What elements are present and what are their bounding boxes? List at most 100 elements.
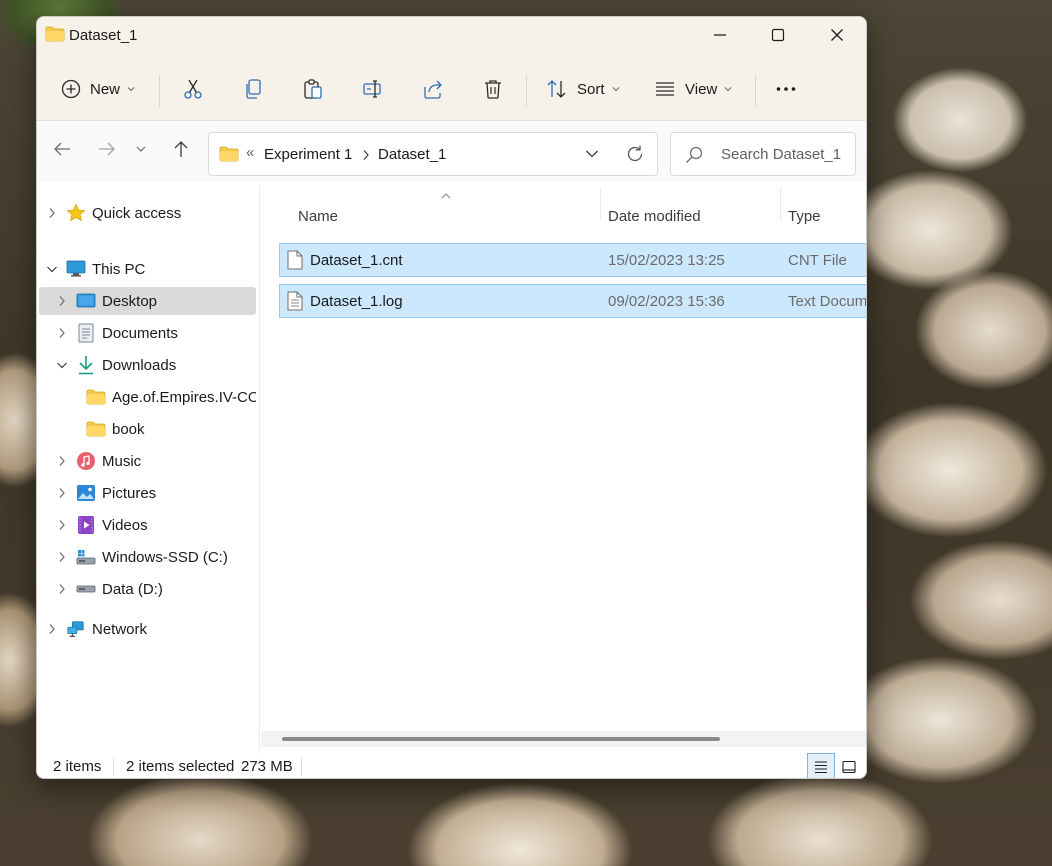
chevron-right-icon[interactable]: [55, 550, 69, 564]
status-divider: [301, 758, 302, 776]
sort-button[interactable]: Sort: [546, 71, 620, 107]
maximize-button[interactable]: [749, 17, 807, 53]
chevron-right-icon[interactable]: [55, 326, 69, 340]
details-view-button[interactable]: [807, 753, 835, 778]
recent-locations-button[interactable]: [131, 134, 151, 164]
view-label: View: [685, 80, 718, 98]
minimize-icon: [714, 34, 726, 36]
chevron-right-icon[interactable]: [55, 454, 69, 468]
up-button[interactable]: [166, 134, 196, 164]
refresh-icon: [627, 145, 643, 162]
sidebar-item-label: This PC: [92, 260, 146, 278]
sidebar-item-label: Quick access: [92, 204, 182, 222]
network-icon: [66, 619, 86, 639]
chevron-down-icon[interactable]: [45, 262, 59, 276]
sidebar-item-network[interactable]: Network: [39, 615, 256, 643]
column-divider[interactable]: [600, 187, 601, 221]
sidebar-item-videos[interactable]: Videos: [39, 511, 256, 539]
new-icon: [61, 79, 81, 99]
forward-arrow-icon: [99, 142, 115, 156]
copy-button[interactable]: [242, 71, 264, 107]
cut-button[interactable]: [182, 71, 204, 107]
sidebar-item-quick-access[interactable]: Quick access: [39, 199, 256, 227]
more-options-button[interactable]: [775, 71, 797, 107]
breadcrumb-dataset-1[interactable]: Dataset_1: [378, 146, 446, 163]
horizontal-scrollbar[interactable]: [261, 731, 866, 747]
sidebar-item-desktop[interactable]: Desktop: [39, 287, 256, 315]
navigation-pane: Quick access This PC Desktop Documents D…: [37, 185, 259, 753]
copy-icon: [246, 79, 261, 99]
file-date-modified: 15/02/2023 13:25: [608, 252, 725, 269]
view-button[interactable]: View: [654, 71, 732, 107]
folder-icon: [45, 26, 65, 42]
forward-button[interactable]: [92, 134, 122, 164]
paste-button[interactable]: [302, 71, 324, 107]
column-header-name[interactable]: Name: [298, 201, 338, 231]
back-button[interactable]: [47, 134, 77, 164]
column-header-type[interactable]: Type: [788, 201, 821, 231]
column-header-date-modified[interactable]: Date modified: [608, 201, 701, 231]
search-placeholder: Search Dataset_1: [721, 146, 842, 163]
sidebar-item-music[interactable]: Music: [39, 447, 256, 475]
chevron-down-icon: [127, 87, 135, 92]
close-button[interactable]: [808, 17, 866, 53]
file-name: Dataset_1.log: [310, 293, 403, 310]
sidebar-item-label: Pictures: [102, 484, 157, 502]
sidebar-item-documents[interactable]: Documents: [39, 319, 256, 347]
file-name: Dataset_1.cnt: [310, 252, 403, 269]
status-bar: 2 items 2 items selected 273 MB: [37, 753, 866, 778]
chevron-right-icon[interactable]: [55, 294, 69, 308]
chevron-down-icon[interactable]: [55, 358, 69, 372]
monitor-icon: [66, 259, 86, 279]
sidebar-item-book[interactable]: book: [39, 415, 256, 443]
chevron-right-icon[interactable]: [45, 206, 59, 220]
delete-button[interactable]: [482, 71, 504, 107]
folder-icon: [86, 419, 106, 439]
address-history-button[interactable]: [585, 147, 599, 165]
overflow-chevron[interactable]: «: [246, 144, 254, 161]
minimize-button[interactable]: [691, 17, 749, 53]
chevron-down-icon: [612, 87, 619, 92]
toolbar-divider: [159, 75, 160, 107]
rename-icon: [363, 80, 381, 98]
chevron-down-icon: [136, 146, 146, 152]
scrollbar-thumb[interactable]: [282, 737, 720, 741]
breadcrumb-experiment-1[interactable]: Experiment 1: [264, 146, 352, 163]
file-row[interactable]: Dataset_1.cnt 15/02/2023 13:25 CNT File: [279, 243, 866, 277]
sidebar-item-label: Network: [92, 620, 148, 638]
file-row[interactable]: Dataset_1.log 09/02/2023 15:36 Text Docu…: [279, 284, 866, 318]
file-icon: [287, 250, 303, 274]
share-button[interactable]: [422, 71, 444, 107]
large-icons-view-icon: [842, 760, 856, 774]
paste-icon: [304, 79, 322, 99]
column-divider[interactable]: [780, 187, 781, 221]
sidebar-item-windows-ssd[interactable]: Windows-SSD (C:): [39, 543, 256, 571]
new-label: New: [90, 80, 121, 98]
refresh-button[interactable]: [625, 144, 645, 168]
new-button[interactable]: New: [61, 71, 135, 107]
chevron-right-icon[interactable]: [55, 486, 69, 500]
pictures-icon: [76, 483, 96, 503]
sidebar-item-data-d[interactable]: Data (D:): [39, 575, 256, 603]
chevron-right-icon[interactable]: [362, 148, 370, 165]
sidebar-item-pictures[interactable]: Pictures: [39, 479, 256, 507]
sidebar-item-this-pc[interactable]: This PC: [39, 255, 256, 283]
documents-icon: [76, 323, 96, 343]
sidebar-item-age-of-empires[interactable]: Age.of.Empires.IV-COI: [39, 383, 256, 411]
details-view-icon: [815, 761, 827, 774]
sidebar-item-label: Desktop: [102, 292, 158, 310]
chevron-right-icon[interactable]: [55, 518, 69, 532]
maximize-icon: [771, 28, 785, 42]
sidebar-item-downloads[interactable]: Downloads: [39, 351, 256, 379]
address-bar[interactable]: « Experiment 1 Dataset_1: [208, 132, 658, 176]
rename-button[interactable]: [362, 71, 384, 107]
pane-divider[interactable]: [259, 185, 260, 753]
back-arrow-icon: [54, 142, 70, 156]
chevron-right-icon[interactable]: [45, 622, 59, 636]
sort-ascending-icon: [441, 187, 451, 204]
chevron-right-icon[interactable]: [55, 582, 69, 596]
search-box[interactable]: Search Dataset_1: [670, 132, 856, 176]
tiles-view-button[interactable]: [835, 753, 863, 778]
sort-label: Sort: [577, 80, 605, 98]
videos-icon: [76, 515, 96, 535]
